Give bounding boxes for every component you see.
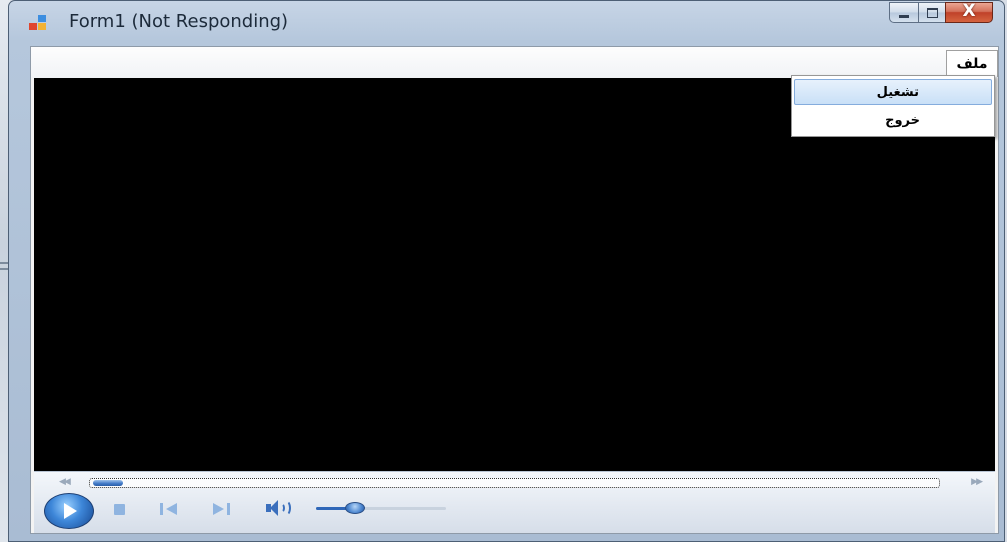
desktop-mark	[0, 268, 8, 270]
desktop-mark	[0, 262, 8, 264]
menu-item-exit[interactable]: خروج	[794, 108, 992, 134]
title-bar[interactable]: Form1 (Not Responding) X	[9, 1, 1004, 45]
menu-item-play[interactable]: تشغيل	[794, 79, 992, 105]
minimize-icon	[899, 15, 909, 18]
seek-thumb[interactable]	[93, 480, 123, 486]
maximize-button[interactable]	[918, 2, 945, 23]
rewind-icon[interactable]: ◀◀	[59, 477, 71, 487]
icon-square-yellow	[38, 23, 46, 30]
play-button[interactable]	[44, 493, 94, 529]
next-icon	[213, 503, 224, 515]
speaker-cone	[270, 500, 278, 516]
icon-square-blue	[38, 15, 46, 22]
menu-file[interactable]: ملف	[946, 50, 998, 77]
stop-button[interactable]	[114, 504, 125, 515]
sound-wave-outer	[281, 500, 291, 516]
volume-thumb[interactable]	[345, 502, 365, 514]
seek-bar[interactable]	[89, 478, 940, 488]
previous-icon	[166, 503, 177, 515]
maximize-icon	[927, 8, 938, 18]
seek-row: ◀◀ ▶▶	[34, 474, 995, 492]
caption-buttons: X	[889, 1, 993, 24]
close-icon: X	[962, 1, 976, 21]
icon-square-red	[29, 23, 37, 30]
volume-icon[interactable]	[266, 500, 292, 516]
form-icon	[29, 15, 47, 31]
media-player: ◀◀ ▶▶	[34, 78, 995, 533]
previous-button[interactable]	[160, 503, 182, 515]
fast-forward-icon[interactable]: ▶▶	[971, 477, 983, 487]
minimize-button[interactable]	[889, 2, 918, 23]
previous-icon-bar	[160, 503, 163, 515]
close-button[interactable]: X	[945, 1, 993, 23]
window-title: Form1 (Not Responding)	[69, 11, 289, 32]
next-button[interactable]	[213, 503, 235, 515]
file-dropdown-menu: تشغيل خروج	[791, 75, 995, 137]
player-controls: ◀◀ ▶▶	[34, 471, 995, 533]
next-icon-bar	[227, 503, 230, 515]
volume-slider[interactable]	[316, 502, 446, 514]
play-icon	[64, 503, 77, 519]
menu-strip: ملف	[31, 47, 998, 78]
